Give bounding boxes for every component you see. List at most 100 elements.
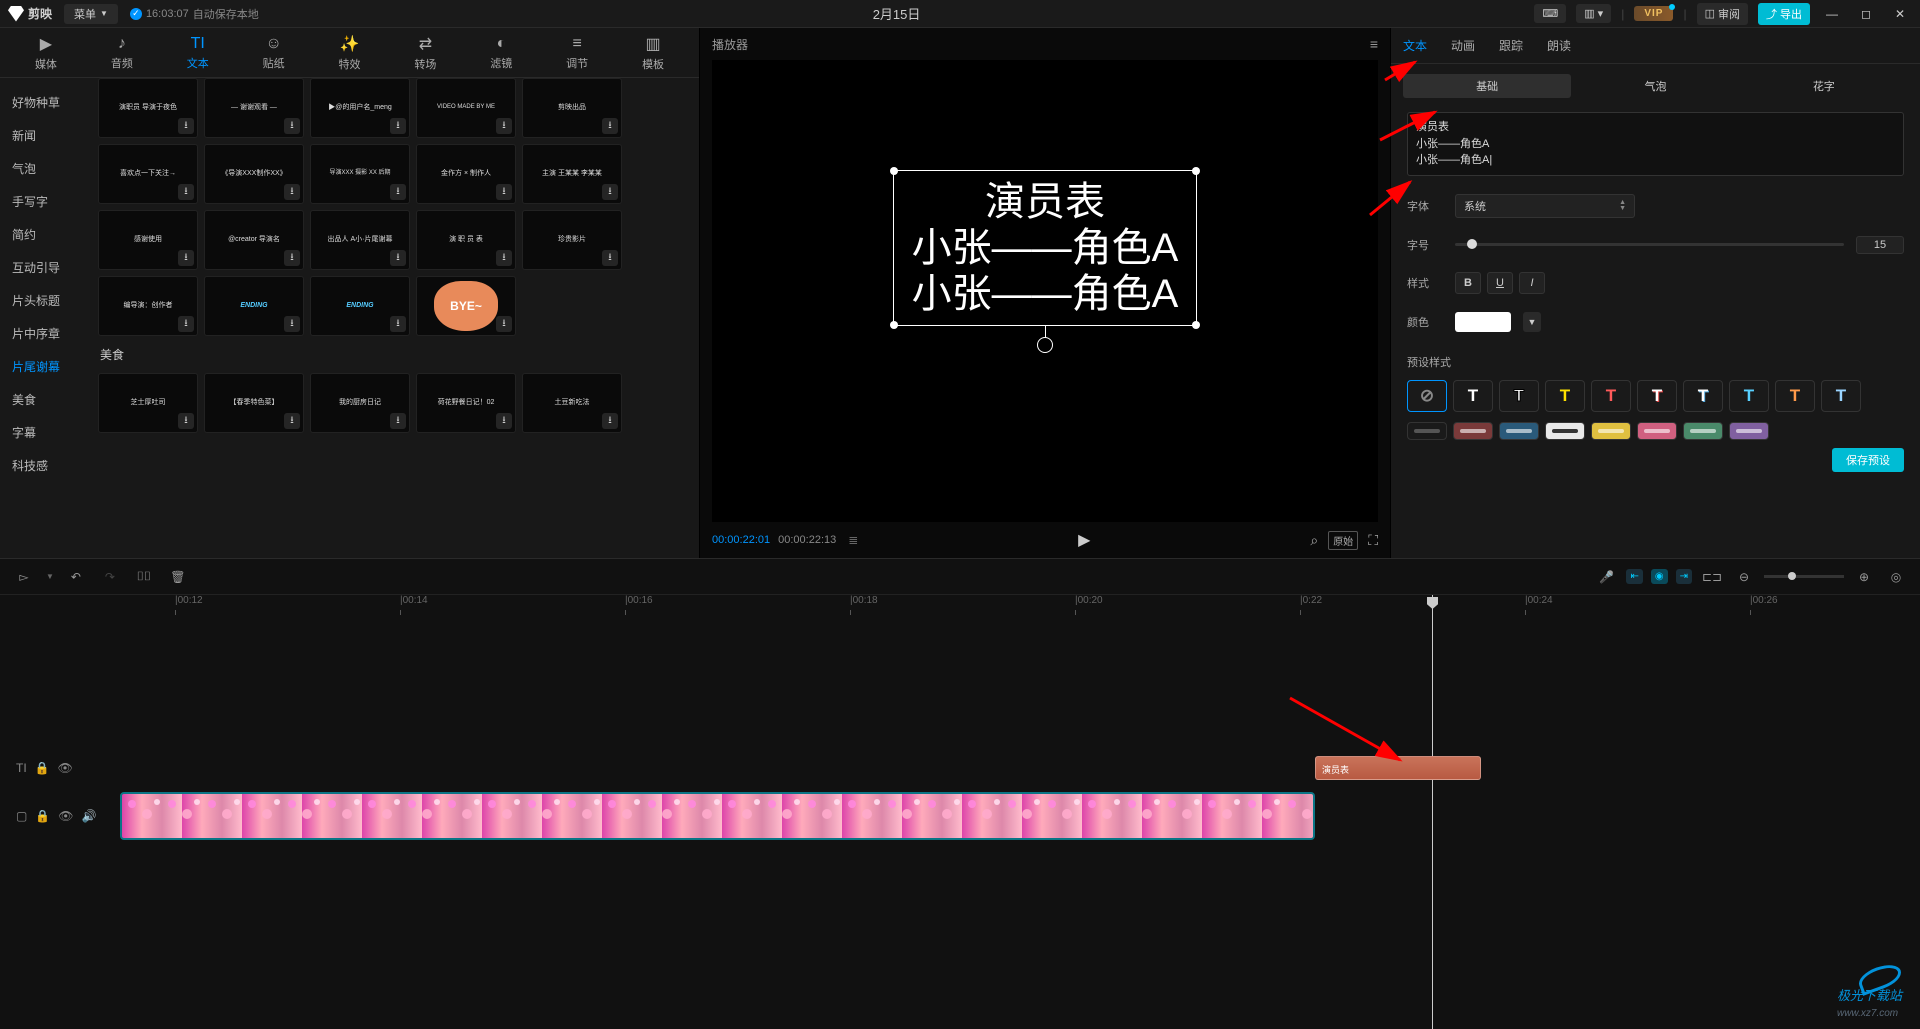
ratio-button[interactable]: 原始 (1328, 531, 1358, 550)
download-icon[interactable]: ⭳ (602, 250, 618, 266)
download-icon[interactable]: ⭳ (390, 413, 406, 429)
template-thumb[interactable]: 编导演：创作者⭳ (98, 276, 198, 336)
zoom-slider[interactable] (1764, 575, 1844, 578)
split-button[interactable]: ⌷⌷ (132, 565, 156, 589)
preset-bg[interactable] (1407, 422, 1447, 440)
template-thumb[interactable]: ENDING⭳ (310, 276, 410, 336)
rotate-handle-icon[interactable] (1037, 337, 1053, 353)
template-thumb[interactable]: 芝士厚吐司⭳ (98, 373, 198, 433)
preset-style[interactable]: T (1821, 380, 1861, 412)
preset-style[interactable]: T (1453, 380, 1493, 412)
preset-style[interactable]: T (1545, 380, 1585, 412)
download-icon[interactable]: ⭳ (602, 184, 618, 200)
color-dropdown[interactable]: ▼ (1523, 312, 1541, 332)
preset-bg[interactable] (1683, 422, 1723, 440)
category-item[interactable]: 科技感 (0, 449, 90, 482)
template-thumb[interactable]: 剪映出品⭳ (522, 78, 622, 138)
category-item[interactable]: 好物种草 (0, 86, 90, 119)
template-thumb[interactable]: 演职员 导演于夜色⭳ (98, 78, 198, 138)
layout-icon[interactable]: ▥ ▾ (1576, 4, 1611, 23)
time-ruler[interactable]: |00:12|00:14|00:16|00:18|00:20|0:22|00:2… (120, 595, 1920, 617)
track-mute-icon[interactable]: 🔊 (82, 809, 97, 823)
asset-tab-音频[interactable]: ♪音频 (84, 35, 160, 71)
preset-style[interactable]: T (1499, 380, 1539, 412)
save-preset-button[interactable]: 保存预设 (1832, 448, 1904, 472)
export-button[interactable]: ⤴ 导出 (1758, 3, 1810, 25)
undo-button[interactable]: ↶ (64, 565, 88, 589)
download-icon[interactable]: ⭳ (390, 250, 406, 266)
preset-bg[interactable] (1729, 422, 1769, 440)
snap-mid-icon[interactable]: ◉ (1651, 569, 1668, 584)
inspector-tab-朗读[interactable]: 朗读 (1547, 37, 1571, 54)
preset-bg[interactable] (1545, 422, 1585, 440)
preset-style[interactable]: T (1683, 380, 1723, 412)
text-selection-box[interactable]: 演员表 小张——角色A 小张——角色A (893, 170, 1198, 326)
preset-style[interactable]: T (1729, 380, 1769, 412)
vip-badge[interactable]: VIP (1634, 6, 1673, 21)
template-thumb[interactable]: 土豆新吃法⭳ (522, 373, 622, 433)
template-thumb[interactable]: 荷花野餐日记！02⭳ (416, 373, 516, 433)
template-thumb[interactable]: 我的厨房日记⭳ (310, 373, 410, 433)
preset-style[interactable]: T (1637, 380, 1677, 412)
zoom-in-icon[interactable]: ⊕ (1852, 565, 1876, 589)
play-button[interactable]: ▶ (866, 530, 1302, 550)
download-icon[interactable]: ⭳ (284, 250, 300, 266)
track-visible-icon[interactable]: 👁 (58, 761, 73, 775)
preview-canvas[interactable]: 演员表 小张——角色A 小张——角色A (712, 60, 1378, 522)
magnet-icon[interactable]: ⊏⊐ (1700, 565, 1724, 589)
asset-tab-转场[interactable]: ⇄转场 (387, 34, 463, 72)
download-icon[interactable]: ⭳ (602, 413, 618, 429)
template-thumb[interactable]: — 谢谢观看 —⭳ (204, 78, 304, 138)
template-thumb[interactable]: 喜欢点一下关注→⭳ (98, 144, 198, 204)
template-thumb[interactable]: ENDING⭳ (204, 276, 304, 336)
download-icon[interactable]: ⭳ (178, 184, 194, 200)
review-button[interactable]: ◫ 审阅 (1697, 3, 1748, 25)
inspector-tab-文本[interactable]: 文本 (1403, 37, 1427, 54)
download-icon[interactable]: ⭳ (496, 316, 512, 332)
download-icon[interactable]: ⭳ (178, 316, 194, 332)
category-item[interactable]: 简约 (0, 218, 90, 251)
download-icon[interactable]: ⭳ (496, 250, 512, 266)
text-clip[interactable]: 演员表 (1315, 756, 1481, 780)
preset-style[interactable]: T (1591, 380, 1631, 412)
preset-style[interactable]: ⊘ (1407, 380, 1447, 412)
inspector-subtab-花字[interactable]: 花字 (1740, 74, 1908, 98)
category-item[interactable]: 互动引导 (0, 251, 90, 284)
fullscreen-icon[interactable]: ⛶ (1368, 532, 1378, 549)
download-icon[interactable]: ⭳ (496, 413, 512, 429)
track-lock-icon[interactable]: 🔒 (35, 809, 50, 823)
snap-end-icon[interactable]: ⇥ (1676, 569, 1692, 584)
download-icon[interactable]: ⭳ (178, 250, 194, 266)
download-icon[interactable]: ⭳ (284, 413, 300, 429)
template-thumb[interactable]: @creator 导演名⭳ (204, 210, 304, 270)
underline-button[interactable]: U (1487, 272, 1513, 294)
scope-icon[interactable]: ⌕ (1310, 532, 1318, 549)
track-lock-icon[interactable]: 🔒 (35, 761, 50, 775)
inspector-subtab-气泡[interactable]: 气泡 (1571, 74, 1739, 98)
asset-tab-模板[interactable]: ▥模板 (615, 34, 691, 72)
inspector-tab-跟踪[interactable]: 跟踪 (1499, 37, 1523, 54)
download-icon[interactable]: ⭳ (496, 184, 512, 200)
preset-bg[interactable] (1453, 422, 1493, 440)
bold-button[interactable]: B (1455, 272, 1481, 294)
mic-icon[interactable]: 🎤 (1594, 565, 1618, 589)
close-icon[interactable]: ✕ (1888, 7, 1912, 21)
template-thumb[interactable]: 感谢使用⭳ (98, 210, 198, 270)
template-thumb[interactable]: 主演 王某某 李某某⭳ (522, 144, 622, 204)
download-icon[interactable]: ⭳ (390, 118, 406, 134)
download-icon[interactable]: ⭳ (390, 184, 406, 200)
category-item[interactable]: 美食 (0, 383, 90, 416)
preset-bg[interactable] (1499, 422, 1539, 440)
download-icon[interactable]: ⭳ (390, 316, 406, 332)
font-select[interactable]: 系统 ▲▼ (1455, 194, 1635, 218)
player-menu-icon[interactable]: ≡ (1370, 36, 1378, 52)
template-thumb[interactable]: 导演XXX 摄影 XX 后期⭳ (310, 144, 410, 204)
zoom-out-icon[interactable]: ⊖ (1732, 565, 1756, 589)
category-item[interactable]: 手写字 (0, 185, 90, 218)
template-thumb[interactable]: 《导演XXX制作XX》⭳ (204, 144, 304, 204)
download-icon[interactable]: ⭳ (284, 118, 300, 134)
template-thumb[interactable]: BYE~⭳ (416, 276, 516, 336)
category-item[interactable]: 气泡 (0, 152, 90, 185)
asset-tab-文本[interactable]: TI文本 (160, 35, 236, 71)
asset-tab-调节[interactable]: ≡调节 (539, 35, 615, 71)
